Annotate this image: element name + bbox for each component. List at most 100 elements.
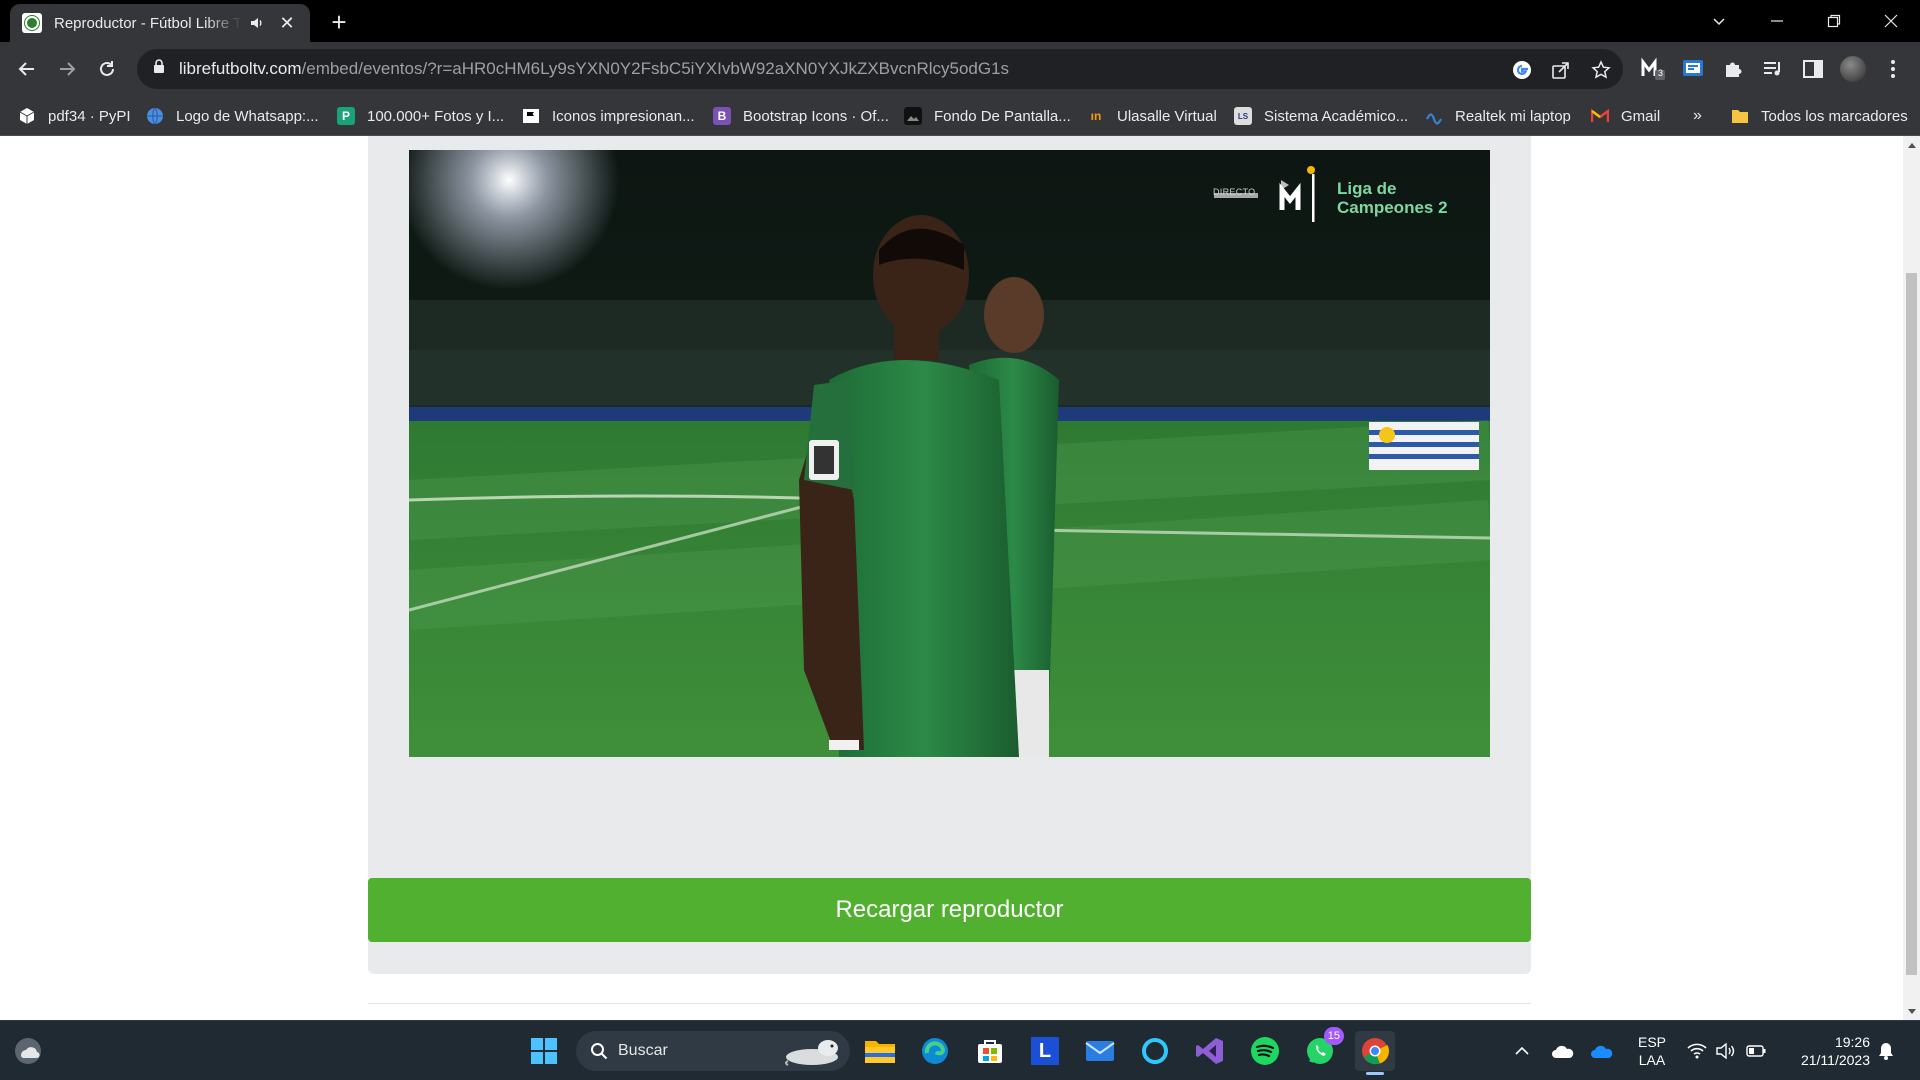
extension-m-icon[interactable]: 3: [1639, 55, 1667, 83]
weather-widget-icon[interactable]: [8, 1031, 48, 1071]
search-icon: [590, 1042, 608, 1060]
bookmark-label: 100.000+ Fotos y I...: [367, 107, 505, 125]
scroll-up-arrow-icon[interactable]: [1903, 136, 1920, 153]
ulasalle-icon: ın: [1090, 109, 1102, 123]
bookmark-item[interactable]: Realtek mi laptop: [1425, 105, 1571, 127]
scroll-down-arrow-icon[interactable]: [1903, 1003, 1920, 1020]
volume-icon[interactable]: [1713, 1033, 1739, 1069]
wifi-icon[interactable]: [1684, 1033, 1710, 1069]
microsoft-store-icon[interactable]: [970, 1031, 1010, 1071]
reload-player-button[interactable]: Recargar reproductor: [368, 878, 1531, 942]
windows-taskbar: Buscar L 15 ESP LAA 19:26 21/11/2023: [0, 1020, 1920, 1080]
translate-extension-icon[interactable]: [1679, 55, 1707, 83]
live-label: DIRECTO: [1213, 187, 1256, 197]
search-placeholder: Buscar: [618, 1042, 668, 1059]
bookmark-label: Ulasalle Virtual: [1117, 107, 1217, 125]
all-bookmarks-folder[interactable]: Todos los marcadores: [1731, 105, 1908, 127]
lock-icon[interactable]: [153, 59, 165, 79]
onedrive-personal-icon[interactable]: [1549, 1033, 1577, 1069]
scrollbar-thumb[interactable]: [1906, 273, 1917, 975]
flag-icon: [522, 107, 540, 125]
bookmark-star-icon[interactable]: [1590, 59, 1612, 81]
input-language-indicator[interactable]: ESP LAA: [1634, 1033, 1670, 1069]
bookmark-item[interactable]: Iconos impresionan...: [522, 105, 695, 127]
bookmarks-bar: pdf34 · PyPI Logo de Whatsapp:... P 100.…: [0, 96, 1920, 136]
realtek-icon: [1425, 107, 1443, 125]
battery-icon[interactable]: [1743, 1033, 1769, 1069]
bookmark-item[interactable]: Logo de Whatsapp:...: [146, 105, 319, 127]
video-frame: [409, 150, 1490, 757]
windows-start-icon[interactable]: [524, 1031, 564, 1071]
bookmark-item[interactable]: ın Ulasalle Virtual: [1087, 105, 1217, 127]
bookmark-item[interactable]: pdf34 · PyPI: [18, 105, 131, 127]
video-player[interactable]: DIRECTO Liga de Campeones 2: [409, 150, 1490, 757]
side-panel-icon[interactable]: [1799, 55, 1827, 83]
language-code: ESP: [1637, 1034, 1666, 1050]
media-queue-icon[interactable]: [1759, 55, 1787, 83]
photo-icon: P: [337, 107, 355, 125]
bookmark-label: Sistema Académico...: [1264, 107, 1409, 125]
bookmark-label: pdf34 · PyPI: [48, 107, 131, 125]
new-tab-button[interactable]: +: [325, 7, 353, 37]
visual-studio-icon[interactable]: [1190, 1031, 1230, 1071]
system-clock[interactable]: 19:26 21/11/2023: [1780, 1033, 1870, 1069]
minimize-icon[interactable]: [1748, 0, 1806, 42]
speaker-icon[interactable]: [246, 12, 268, 34]
bookmark-label: Logo de Whatsapp:...: [176, 107, 319, 125]
whatsapp-icon[interactable]: 15: [1300, 1027, 1344, 1071]
address-bar[interactable]: librefutboltv.com/embed/eventos/?r=aHR0c…: [137, 49, 1623, 89]
clock-date: 21/11/2023: [1800, 1052, 1870, 1068]
browser-tab-active[interactable]: Reproductor - Fútbol Libre TV ✕: [10, 4, 310, 42]
all-bookmarks-label: Todos los marcadores: [1761, 107, 1908, 125]
notification-bell-icon[interactable]: [1874, 1033, 1898, 1069]
gmail-icon: [1591, 107, 1609, 125]
chrome-taskbar-icon[interactable]: [1355, 1031, 1395, 1075]
back-arrow-icon[interactable]: [11, 53, 43, 85]
cortana-ring-icon[interactable]: [1135, 1031, 1175, 1071]
bookmark-item[interactable]: B Bootstrap Icons · Of...: [713, 105, 889, 127]
lasalle-icon: LS: [1234, 107, 1252, 125]
tray-overflow-chevron-icon[interactable]: [1510, 1033, 1534, 1069]
bookmark-item[interactable]: Gmail: [1591, 105, 1660, 127]
folder-icon: [1731, 107, 1749, 125]
bookmark-item[interactable]: Fondo De Pantalla...: [904, 105, 1071, 127]
url-host: librefutboltv.com: [179, 59, 302, 78]
google-lens-icon[interactable]: [1511, 59, 1533, 81]
bookmark-label: Gmail: [1621, 107, 1661, 125]
page-scrollbar[interactable]: [1903, 136, 1920, 1020]
bootstrap-icon: B: [713, 107, 731, 125]
kebab-menu-icon[interactable]: [1879, 55, 1907, 83]
tab-strip: Reproductor - Fútbol Libre TV ✕ +: [0, 0, 1920, 42]
puzzle-extensions-icon[interactable]: [1719, 55, 1747, 83]
bookmarks-overflow-chevron[interactable]: »: [1693, 105, 1702, 127]
mail-icon[interactable]: [1080, 1031, 1120, 1071]
close-window-icon[interactable]: [1862, 0, 1920, 42]
profile-avatar[interactable]: [1839, 55, 1867, 83]
url-text: librefutboltv.com/embed/eventos/?r=aHR0c…: [179, 59, 1009, 79]
forward-arrow-icon[interactable]: [51, 53, 83, 85]
restore-icon[interactable]: [1805, 0, 1863, 42]
content-divider: [368, 1003, 1531, 1004]
taskbar-search[interactable]: Buscar: [576, 1031, 850, 1071]
edge-browser-icon[interactable]: [915, 1031, 955, 1071]
globe-icon: [146, 107, 164, 125]
close-tab-icon[interactable]: ✕: [276, 12, 298, 34]
bookmark-item[interactable]: LS Sistema Académico...: [1234, 105, 1408, 127]
tab-search-icon[interactable]: [1690, 0, 1748, 42]
lenovo-l-icon[interactable]: L: [1025, 1031, 1065, 1071]
cube-icon: [18, 107, 36, 125]
file-explorer-icon[interactable]: [860, 1031, 900, 1071]
onedrive-business-icon[interactable]: [1588, 1033, 1616, 1069]
tab-title: Reproductor - Fútbol Libre TV: [54, 14, 242, 32]
bookmark-item[interactable]: P 100.000+ Fotos y I...: [337, 105, 504, 127]
keyboard-layout-code: LAA: [1638, 1052, 1666, 1068]
spotify-icon[interactable]: [1245, 1031, 1285, 1071]
reload-icon[interactable]: [91, 53, 123, 85]
channel-logo-text: Liga de Campeones 2: [1337, 179, 1448, 217]
image-icon: [904, 107, 922, 125]
search-highlight-seal-icon: [782, 1035, 844, 1072]
share-icon[interactable]: [1550, 59, 1572, 81]
whatsapp-notification-badge: 15: [1323, 1027, 1344, 1045]
soccer-ball-icon: [22, 13, 42, 33]
bookmark-label: Fondo De Pantalla...: [934, 107, 1071, 125]
